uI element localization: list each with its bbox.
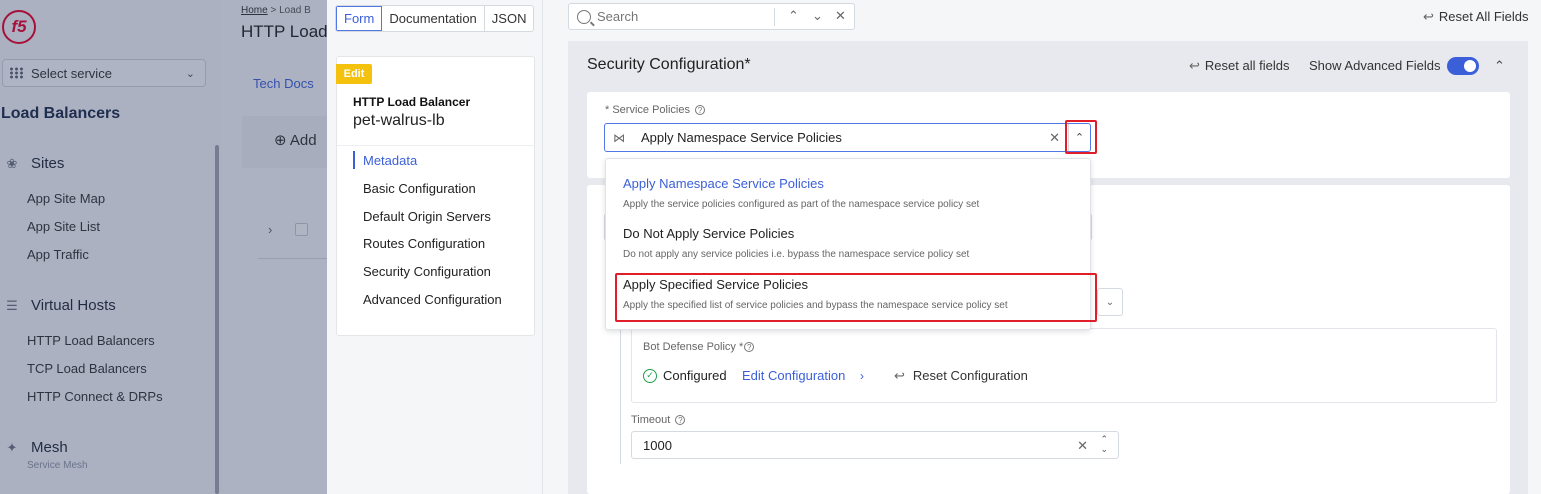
policy-icon: ⋈ [613, 130, 625, 145]
timeout-label-text: Timeout [631, 414, 671, 426]
service-policies-select[interactable]: ⋈ Apply Namespace Service Policies ✕ ⌃ [604, 123, 1091, 152]
reset-configuration-label: Reset Configuration [912, 368, 1028, 383]
tab-documentation[interactable]: Documentation [382, 6, 485, 31]
nav-item-advanced-configuration[interactable]: Advanced Configuration [363, 292, 502, 307]
show-advanced-fields-toggle[interactable] [1447, 57, 1479, 75]
nav-active-marker [353, 151, 355, 169]
view-tabs: Form Documentation JSON [335, 5, 535, 32]
section-reset-label: Reset all fields [1204, 58, 1290, 73]
timeout-value: 1000 [643, 437, 672, 453]
tab-form[interactable]: Form [336, 6, 383, 31]
timeout-input[interactable]: 1000 ✕ ⌃ ⌄ [631, 431, 1119, 459]
previous-result-icon[interactable]: ⌃ [788, 8, 799, 24]
object-name: pet-walrus-lb [353, 112, 445, 129]
highlight-apply-specified-option [615, 273, 1097, 322]
option-do-not-apply-desc[interactable]: Do not apply any service policies i.e. b… [623, 249, 969, 260]
modal-overlay[interactable] [0, 0, 327, 494]
reset-configuration-button[interactable]: ↩ Reset Configuration [894, 368, 1028, 384]
configured-status: ✓ Configured [643, 368, 727, 383]
edit-configuration-link[interactable]: Edit Configuration [742, 368, 845, 383]
collapse-section-icon[interactable]: ⌃ [1494, 58, 1505, 74]
help-icon[interactable]: ? [675, 415, 686, 426]
tab-json[interactable]: JSON [485, 6, 534, 31]
search-input[interactable] [597, 9, 777, 24]
service-policies-value: Apply Namespace Service Policies [641, 130, 842, 145]
search-bar: ⌃ ⌄ ✕ [568, 3, 855, 30]
bot-defense-label-text: Bot Defense Policy * [643, 341, 744, 353]
show-advanced-fields-label: Show Advanced Fields [1309, 58, 1441, 73]
option-apply-namespace-title[interactable]: Apply Namespace Service Policies [623, 176, 824, 191]
reset-all-fields-label: Reset All Fields [1438, 9, 1529, 24]
edit-badge: Edit [336, 64, 372, 84]
timeout-label: Timeout? [631, 414, 686, 426]
section-reset-fields-button[interactable]: ↩ Reset all fields [1189, 58, 1289, 74]
reset-icon: ↩ [894, 368, 905, 383]
reset-all-fields-button[interactable]: ↩ Reset All Fields [1423, 9, 1529, 25]
nav-divider [337, 145, 534, 146]
bot-defense-box [631, 328, 1497, 403]
service-policies-label-text: * Service Policies [605, 104, 690, 116]
help-icon[interactable]: ? [744, 342, 755, 353]
clear-selection-icon[interactable]: ✕ [1049, 130, 1060, 146]
check-circle-icon: ✓ [643, 368, 657, 383]
option-apply-namespace-desc[interactable]: Apply the service policies configured as… [623, 199, 979, 210]
reset-icon: ↩ [1423, 9, 1434, 24]
nav-item-routes-configuration[interactable]: Routes Configuration [363, 236, 485, 251]
nav-item-default-origin-servers[interactable]: Default Origin Servers [363, 209, 491, 224]
service-policies-label: * Service Policies? [605, 104, 705, 116]
section-title: Security Configuration* [587, 56, 751, 73]
chevron-down-icon[interactable]: ⌄ [1097, 288, 1123, 316]
search-icon [577, 9, 591, 24]
object-type: HTTP Load Balancer [353, 95, 471, 109]
nested-guide-line [620, 330, 621, 464]
option-do-not-apply-title[interactable]: Do Not Apply Service Policies [623, 226, 794, 241]
reset-icon: ↩ [1189, 58, 1200, 73]
nav-item-security-configuration[interactable]: Security Configuration [363, 264, 491, 279]
chevron-right-icon[interactable]: › [860, 369, 864, 383]
search-separator [774, 8, 775, 26]
stepper-icon[interactable]: ⌃ ⌄ [1100, 434, 1108, 454]
next-result-icon[interactable]: ⌄ [812, 8, 823, 24]
configured-label: Configured [663, 368, 727, 383]
bot-defense-label: Bot Defense Policy *? [643, 341, 755, 353]
nav-item-metadata[interactable]: Metadata [363, 153, 417, 168]
nav-item-basic-configuration[interactable]: Basic Configuration [363, 181, 476, 196]
help-icon[interactable]: ? [694, 105, 705, 116]
highlight-dropdown-caret [1065, 120, 1097, 154]
clear-search-icon[interactable]: ✕ [835, 8, 846, 24]
clear-timeout-icon[interactable]: ✕ [1077, 438, 1088, 454]
